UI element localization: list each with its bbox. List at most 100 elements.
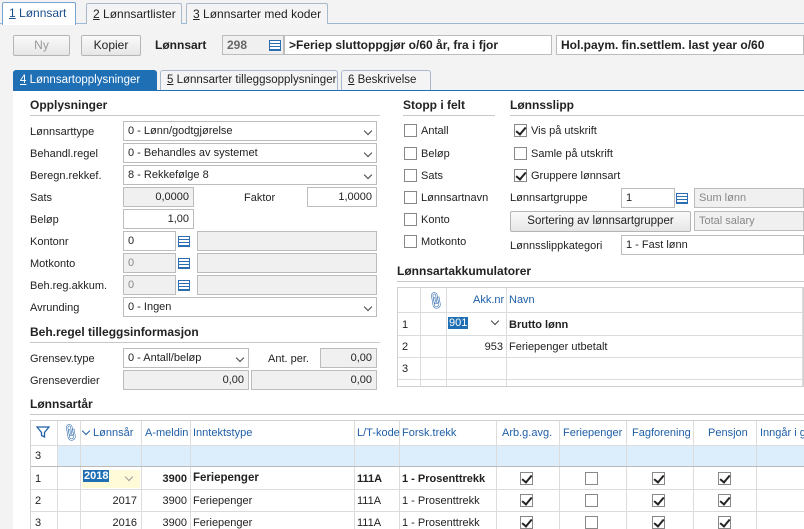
lt-kode-cell[interactable]: 111A xyxy=(357,473,382,485)
attachment-icon[interactable]: 📎︎ xyxy=(424,290,446,313)
row-number: 1 xyxy=(35,473,42,485)
pensjon-checkbox[interactable] xyxy=(718,516,731,529)
col-pensjon[interactable]: Pensjon xyxy=(708,427,748,439)
samle-pa-utskrift-label: Samle på utskrift xyxy=(531,148,613,160)
forsk-trekk-cell[interactable]: 1 - Prosenttrekk xyxy=(402,473,485,485)
col-lt-kode[interactable]: L/T-kode xyxy=(357,427,400,439)
stopp-sats-label: Sats xyxy=(421,170,444,182)
col-navn[interactable]: Navn xyxy=(509,294,535,306)
motkonto-field[interactable]: 0 xyxy=(123,253,176,273)
stopp-belop-checkbox[interactable] xyxy=(404,147,417,160)
sortering-button[interactable]: Sortering av lønnsartgrupper xyxy=(510,211,691,232)
filter-icon[interactable] xyxy=(35,425,51,442)
tab-lonnsart[interactable]: 1 Lønnsart xyxy=(2,2,76,25)
col-lonnsar[interactable]: Lønnsår xyxy=(81,426,133,439)
belop-field[interactable]: 1,00 xyxy=(123,209,194,229)
new-button[interactable]: Ny xyxy=(13,35,70,56)
feriepenger-checkbox[interactable] xyxy=(585,472,598,485)
chevron-down-icon xyxy=(235,353,245,363)
stopp-lonnsartnavn-label: Lønnsartnavn xyxy=(421,192,489,204)
gruppere-lonnsart-checkbox[interactable] xyxy=(514,169,527,182)
lonnsart-name-en-field[interactable]: Hol.paym. fin.settlem. last year o/60 xyxy=(556,35,804,55)
pensjon-checkbox[interactable] xyxy=(718,494,731,507)
grenseverdi-2-field[interactable]: 0,00 xyxy=(251,370,377,390)
inntektstype-cell[interactable]: Feriepenger xyxy=(193,472,259,484)
tab-lonnsartopplysninger[interactable]: 4 Lønnsartopplysninger xyxy=(13,70,157,90)
col-inngar-i-g[interactable]: Inngår i g xyxy=(760,427,804,439)
col-akknr[interactable]: Akk.nr xyxy=(473,294,504,306)
stopp-motkonto-checkbox[interactable] xyxy=(404,235,417,248)
lonnsslippkategori-select[interactable]: 1 - Fast lønn xyxy=(621,235,804,255)
samle-pa-utskrift-checkbox[interactable] xyxy=(514,147,527,160)
fagforening-checkbox[interactable] xyxy=(652,516,665,529)
akknr-cell[interactable]: 953 xyxy=(448,341,503,353)
chevron-down-icon xyxy=(363,302,373,312)
kontonr-name-field xyxy=(197,231,377,251)
akknr-select[interactable]: 901 xyxy=(448,316,504,333)
tab-beskrivelse[interactable]: 6 Beskrivelse xyxy=(341,70,431,90)
lonnsartar-title: Lønnsartår xyxy=(30,397,93,411)
col-a-melding[interactable]: A-meldin xyxy=(145,427,188,439)
pensjon-checkbox[interactable] xyxy=(718,472,731,485)
forsk-trekk-cell[interactable]: 1 - Prosenttrekk xyxy=(402,517,480,529)
behreg-field[interactable]: 0 xyxy=(123,275,176,295)
lonnsart-lookup-icon[interactable] xyxy=(266,36,284,54)
sats-field[interactable]: 0,0000 xyxy=(123,187,194,207)
stopp-konto-checkbox[interactable] xyxy=(404,213,417,226)
grenseverdi-1-field[interactable]: 0,00 xyxy=(123,370,249,390)
stopp-lonnsartnavn-checkbox[interactable] xyxy=(404,191,417,204)
lonnsartgruppe-lookup-icon[interactable] xyxy=(673,189,691,207)
forsk-trekk-cell[interactable]: 1 - Prosenttrekk xyxy=(402,495,480,507)
arb-g-avg-checkbox[interactable] xyxy=(520,516,533,529)
behandl-select[interactable]: 0 - Behandles av systemet xyxy=(123,143,377,163)
feriepenger-checkbox[interactable] xyxy=(585,516,598,529)
lonnsart-name-field[interactable]: >Feriep sluttoppgjør o/60 år, fra i fjor xyxy=(284,35,552,55)
feriepenger-checkbox[interactable] xyxy=(585,494,598,507)
arb-g-avg-checkbox[interactable] xyxy=(520,494,533,507)
lt-kode-cell[interactable]: 111A xyxy=(357,495,381,507)
motkonto-lookup-icon[interactable] xyxy=(175,254,193,272)
tab-lonnsarter-med-koder[interactable]: 3 Lønnsarter med koder xyxy=(186,3,328,24)
col-forsk-trekk[interactable]: Forsk.trekk xyxy=(402,427,456,439)
inntektstype-cell[interactable]: Feriepenger xyxy=(193,495,252,507)
lonnsar-cell[interactable]: 2017 xyxy=(82,495,137,507)
lonnsartgruppe-field[interactable]: 1 xyxy=(621,188,675,208)
a-melding-cell[interactable]: 3900 xyxy=(141,495,187,507)
tab-tilleggsopplysninger[interactable]: 5 Lønnsarter tilleggsopplysninger xyxy=(160,70,338,90)
behreg-lookup-icon[interactable] xyxy=(175,276,193,294)
divider xyxy=(510,115,804,116)
inntektstype-cell[interactable]: Feriepenger xyxy=(193,517,252,529)
divider xyxy=(30,342,380,343)
beregn-select[interactable]: 8 - Rekkefølge 8 xyxy=(123,165,377,185)
col-feriepenger[interactable]: Feriepenger xyxy=(563,427,622,439)
grensev-type-select[interactable]: 0 - Antall/beløp xyxy=(123,348,249,368)
fagforening-checkbox[interactable] xyxy=(652,472,665,485)
stopp-belop-label: Beløp xyxy=(421,148,450,160)
lt-kode-cell[interactable]: 111A xyxy=(357,517,381,529)
kontonr-field[interactable]: 0 xyxy=(123,231,176,251)
vis-pa-utskrift-checkbox[interactable] xyxy=(514,124,527,137)
copy-button[interactable]: Kopier xyxy=(81,35,141,56)
kontonr-lookup-icon[interactable] xyxy=(175,232,193,250)
lonnsarttype-select[interactable]: 0 - Lønn/godtgjørelse xyxy=(123,121,377,141)
ant-per-field[interactable]: 0,00 xyxy=(320,348,377,368)
faktor-field[interactable]: 1,0000 xyxy=(307,187,377,207)
attachment-icon[interactable]: 📎︎ xyxy=(59,422,81,445)
a-melding-cell[interactable]: 3900 xyxy=(141,473,187,485)
a-melding-cell[interactable]: 3900 xyxy=(141,517,187,529)
stopp-sats-checkbox[interactable] xyxy=(404,169,417,182)
lonnsar-cell[interactable]: 2016 xyxy=(82,517,137,529)
col-fagforening[interactable]: Fagforening xyxy=(632,427,691,439)
avrunding-select[interactable]: 0 - Ingen xyxy=(123,297,377,317)
fagforening-checkbox[interactable] xyxy=(652,494,665,507)
arb-g-avg-checkbox[interactable] xyxy=(520,472,533,485)
motkonto-label: Motkonto xyxy=(30,258,76,270)
col-arb-g-avg[interactable]: Arb.g.avg. xyxy=(502,427,552,439)
beh-regel-title: Beh.regel tilleggsinformasjon xyxy=(30,325,199,339)
col-inntektstype[interactable]: Inntektstype xyxy=(193,427,252,439)
tab-lonnsartlister[interactable]: 2 Lønnsartlister xyxy=(86,3,182,24)
lonnsar-select[interactable]: 2018 xyxy=(82,470,140,488)
stopp-antall-checkbox[interactable] xyxy=(404,124,417,137)
akk-navn: Feriepenger utbetalt xyxy=(509,341,608,353)
behreg-label: Beh.reg.akkum. xyxy=(30,280,108,292)
